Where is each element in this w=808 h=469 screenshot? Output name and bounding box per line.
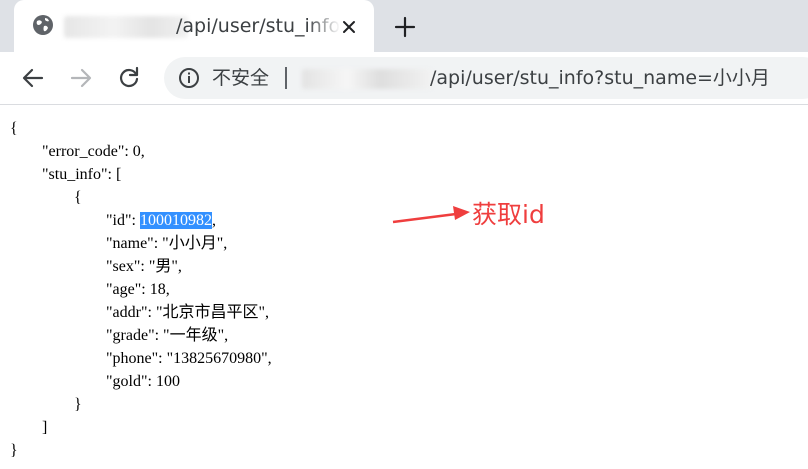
page-content: { "error_code": 0, "stu_info": [ { "id":…	[0, 105, 808, 469]
blurred-host	[302, 69, 432, 89]
browser-tab[interactable]: /api/user/stu_info	[14, 0, 374, 52]
arrow-left-icon[interactable]	[20, 65, 46, 91]
tab-title: /api/user/stu_info	[176, 15, 340, 37]
annotation-arrow	[392, 206, 470, 224]
close-icon[interactable]	[339, 17, 359, 37]
plus-icon[interactable]	[392, 14, 418, 40]
reload-icon[interactable]	[116, 65, 142, 91]
info-icon[interactable]	[178, 67, 200, 89]
blurred-host	[64, 16, 188, 38]
tab-strip: /api/user/stu_info	[0, 0, 808, 52]
address-bar[interactable]: 不安全 /api/user/stu_info?stu_name=小小月	[164, 57, 808, 99]
globe-icon	[33, 15, 53, 35]
url-text[interactable]: /api/user/stu_info?stu_name=小小月	[430, 64, 770, 92]
arrow-right-icon[interactable]	[68, 65, 94, 91]
annotation-label: 获取id	[472, 200, 545, 229]
divider	[285, 67, 287, 89]
security-label: 不安全	[212, 67, 270, 89]
browser-toolbar: 不安全 /api/user/stu_info?stu_name=小小月	[0, 52, 808, 105]
